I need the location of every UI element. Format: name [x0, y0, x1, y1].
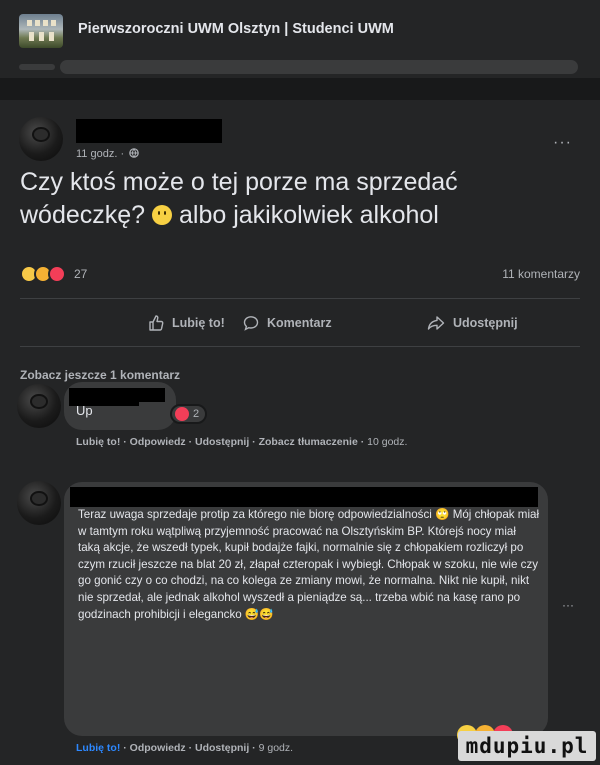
- header-placeholder-bar: [60, 60, 578, 74]
- comment-reaction-count: 2: [193, 408, 200, 420]
- share-icon: [427, 316, 445, 330]
- share-label: Udostępnij: [453, 316, 518, 330]
- comment-time[interactable]: 10 godz.: [367, 436, 407, 448]
- post-text-part2: albo jakikolwiek alkohol: [178, 201, 439, 229]
- love-reaction-icon: [48, 265, 66, 283]
- comment-icon: [243, 316, 259, 331]
- comment-like-link[interactable]: Lubię to!: [76, 742, 120, 754]
- love-reaction-icon: [175, 407, 189, 421]
- comment-share-link[interactable]: Udostępnij: [195, 742, 249, 754]
- comment-author-name-redacted[interactable]: [70, 487, 538, 507]
- like-label: Lubię to!: [172, 316, 225, 330]
- comment-time[interactable]: 9 godz.: [259, 742, 293, 754]
- comment-reply-link[interactable]: Odpowiedz: [130, 742, 186, 754]
- comment-like-link[interactable]: Lubię to!: [76, 436, 120, 448]
- thumbs-up-icon: [149, 315, 164, 331]
- comment-author-name-redacted[interactable]: [69, 388, 165, 402]
- comment-count[interactable]: 11 komentarzy: [502, 267, 580, 281]
- comment-options-button[interactable]: ···: [562, 598, 574, 612]
- comment-share-link[interactable]: Udostępnij: [195, 436, 249, 448]
- post-reactions[interactable]: 27: [20, 265, 87, 283]
- watermark-text: mdupiu.pl: [465, 734, 589, 758]
- post-timestamp[interactable]: 11 godz. ·: [76, 148, 139, 160]
- comment-author-avatar[interactable]: [17, 384, 61, 428]
- share-button[interactable]: Udostępnij: [427, 312, 518, 334]
- comment-button[interactable]: Komentarz: [243, 312, 332, 334]
- group-title[interactable]: Pierwszoroczni UWM Olsztyn | Studenci UW…: [78, 21, 394, 37]
- see-more-comments-link[interactable]: Zobacz jeszcze 1 komentarz: [20, 368, 180, 382]
- group-header: Pierwszoroczni UWM Olsztyn | Studenci UW…: [0, 0, 600, 78]
- globe-icon: [129, 148, 139, 158]
- post-text: Czy ktoś może o tej porze ma sprzedać wó…: [20, 166, 580, 232]
- comment-translate-link[interactable]: Zobacz tłumaczenie: [259, 436, 358, 448]
- comment-actions: Lubię to! · Odpowiedz · Udostępnij · 9 g…: [76, 742, 294, 754]
- comment-text: Up: [76, 403, 93, 418]
- post-author-avatar[interactable]: [19, 117, 63, 161]
- post-options-button[interactable]: ···: [553, 134, 572, 152]
- comment-reactions[interactable]: 2: [170, 404, 208, 424]
- comment-reply-link[interactable]: Odpowiedz: [130, 436, 186, 448]
- post-author-name-redacted[interactable]: [76, 119, 222, 143]
- divider: [20, 346, 580, 347]
- comment-author-avatar[interactable]: [17, 481, 61, 525]
- divider: [20, 298, 580, 299]
- comment-text: Teraz uwaga sprzedaje protip za którego …: [78, 508, 540, 621]
- watermark-logo: mdupiu.pl: [458, 731, 596, 761]
- like-button[interactable]: Lubię to!: [148, 312, 225, 334]
- group-cover-thumbnail[interactable]: [19, 14, 63, 48]
- comment-actions: Lubię to! · Odpowiedz · Udostępnij · Zob…: [76, 436, 408, 448]
- header-placeholder-left: [19, 64, 55, 70]
- reaction-count: 27: [74, 267, 88, 281]
- comment-label: Komentarz: [267, 316, 332, 330]
- smiling-emoji-icon: [152, 205, 173, 225]
- post-time-text: 11 godz. ·: [76, 148, 125, 160]
